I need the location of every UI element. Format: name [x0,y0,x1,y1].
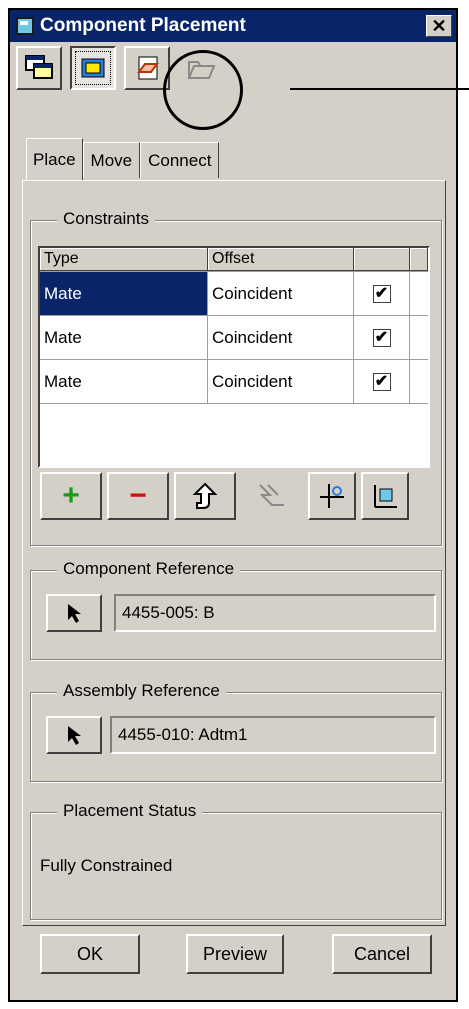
flip-constraint-button[interactable] [174,472,236,520]
arrow-cursor-icon [68,604,81,623]
header-extra [410,248,428,271]
table-row[interactable]: Mate Coincident ✔ [40,360,428,404]
header-offset[interactable]: Offset [208,248,354,271]
cell-type[interactable]: Mate [40,316,208,359]
plane-icon [137,56,159,80]
ok-button[interactable]: OK [40,934,140,974]
constraints-legend: Constraints [57,209,155,229]
select-assembly-reference-button[interactable] [46,716,102,754]
enable-checkbox[interactable]: ✔ [372,284,391,303]
move-component-button[interactable] [308,472,356,520]
cell-check: ✔ [354,316,410,359]
select-component-reference-button[interactable] [46,594,102,632]
separate-window-icon [25,55,53,79]
table-row[interactable]: Mate Coincident ✔ [40,316,428,360]
tab-move[interactable]: Move [82,142,141,178]
cancel-button[interactable]: Cancel [332,934,432,974]
constraint-buttons: + − [40,472,409,520]
constraints-table: Type Offset Mate Coincident ✔ Mate Coinc… [38,246,430,468]
title-bar[interactable]: Component Placement ✕ [10,10,456,42]
cell-check: ✔ [354,272,410,315]
table-header: Type Offset [40,248,428,272]
cell-type[interactable]: Mate [40,272,208,315]
datum-plane-icon [374,485,397,508]
tab-strip: Place Move Connect [26,138,220,180]
remove-constraint-button[interactable]: − [107,472,169,520]
flip-arrow-icon [192,482,218,509]
arrow-cursor-icon [68,726,81,745]
tab-connect[interactable]: Connect [140,142,220,178]
show-component-window-button[interactable] [16,46,62,90]
window-title: Component Placement [40,15,246,36]
cell-offset[interactable]: Coincident [208,360,354,403]
header-type[interactable]: Type [40,248,208,271]
assembly-window-button[interactable] [70,46,116,90]
annotation-leader-line [290,88,469,90]
component-reference-legend: Component Reference [57,559,241,579]
enable-checkbox[interactable]: ✔ [372,372,391,391]
table-row[interactable]: Mate Coincident ✔ [40,272,428,316]
placement-status-legend: Placement Status [57,801,203,821]
placement-status-text: Fully Constrained [40,856,173,875]
datum-button[interactable] [361,472,409,520]
disabled-constraint-button[interactable] [241,472,303,520]
enable-checkbox[interactable]: ✔ [372,328,391,347]
preview-button[interactable]: Preview [186,934,284,974]
close-button[interactable]: ✕ [426,15,452,37]
tab-place[interactable]: Place [26,138,83,180]
annotation-circle [163,50,243,130]
cell-offset[interactable]: Coincident [208,316,354,359]
component-reference-field[interactable]: 4455-005: B [114,594,436,632]
angled-arrows-icon [259,484,284,506]
move-axes-icon [320,484,344,508]
window-icon [16,17,34,35]
header-check[interactable] [354,248,410,271]
add-constraint-button[interactable]: + [40,472,102,520]
cell-offset[interactable]: Coincident [208,272,354,315]
assembly-window-icon [81,58,105,78]
cell-type[interactable]: Mate [40,360,208,403]
assembly-reference-legend: Assembly Reference [57,681,226,701]
cell-check: ✔ [354,360,410,403]
assembly-reference-field[interactable]: 4455-010: Adtm1 [110,716,436,754]
